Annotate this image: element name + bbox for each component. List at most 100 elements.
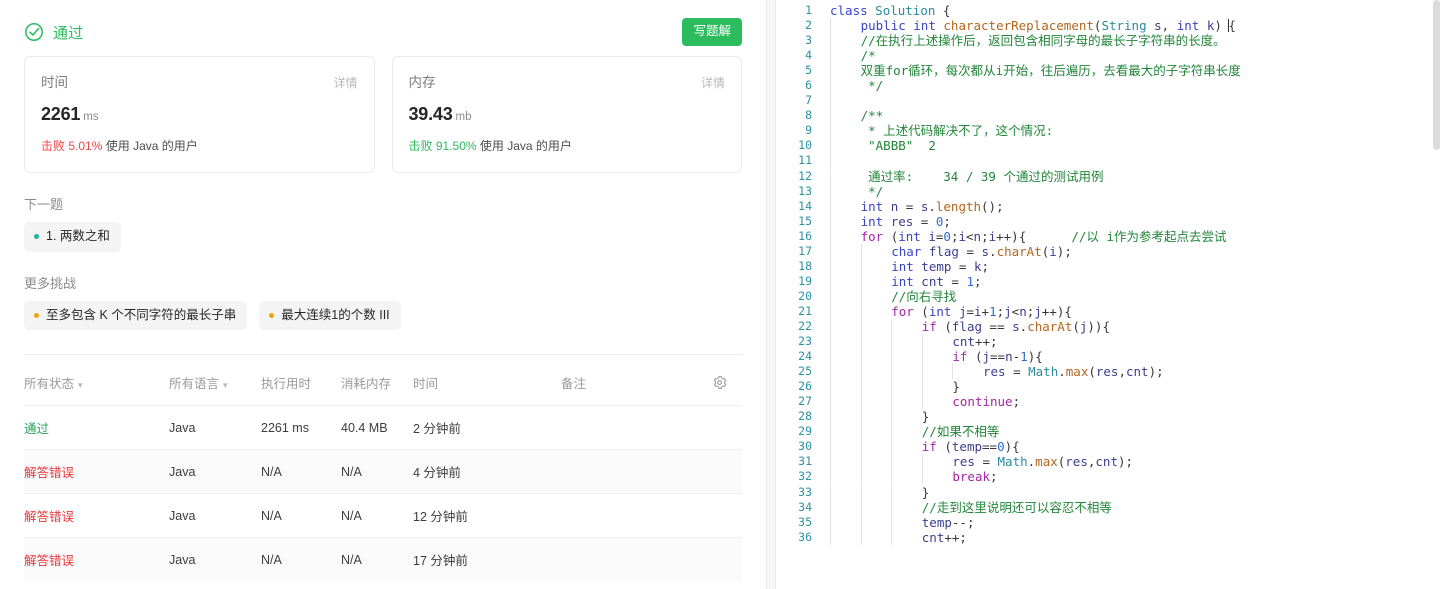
- code-line[interactable]: 14 int n = s.length();: [776, 198, 1441, 214]
- code-text[interactable]: //走到这里说明还可以容忍不相等: [824, 499, 1112, 515]
- code-text[interactable]: if (j==n-1){: [824, 349, 1043, 365]
- gear-icon[interactable]: [712, 375, 727, 390]
- code-text[interactable]: int n = s.length();: [824, 198, 1004, 214]
- code-line[interactable]: 27 continue;: [776, 394, 1441, 410]
- code-text[interactable]: int res = 0;: [824, 213, 951, 229]
- code-text[interactable]: "ABBB" 2: [824, 138, 936, 154]
- code-line[interactable]: 36 cnt++;: [776, 529, 1441, 545]
- code-text[interactable]: //如果不相等: [824, 424, 999, 440]
- code-text[interactable]: public int characterReplacement(String s…: [824, 18, 1236, 34]
- code-line[interactable]: 7: [776, 93, 1441, 109]
- code-line[interactable]: 33}: [776, 484, 1441, 500]
- indent-guide: [952, 364, 983, 380]
- code-text[interactable]: 双重for循环，每次都从i开始，往后遍历，去看最大的子字符串长度: [824, 63, 1241, 79]
- code-line[interactable]: 8 /**: [776, 108, 1441, 124]
- code-line[interactable]: 1 class Solution {: [776, 3, 1441, 18]
- code-text[interactable]: if (temp==0){: [824, 439, 1020, 455]
- code-line[interactable]: 3 //在执行上述操作后，返回包含相同字母的最长子字符串的长度。: [776, 33, 1441, 49]
- code-line[interactable]: 24 if (j==n-1){: [776, 349, 1441, 365]
- code-text[interactable]: [824, 93, 861, 109]
- code-text[interactable]: //向右寻找: [824, 288, 956, 304]
- filter-status[interactable]: 所有状态 ▾: [24, 359, 169, 406]
- challenge-chip[interactable]: 至多包含 K 个不同字符的最长子串: [24, 300, 248, 330]
- code-text[interactable]: }: [824, 409, 929, 425]
- code-line[interactable]: 29 //如果不相等: [776, 424, 1441, 440]
- code-text[interactable]: cnt++;: [824, 334, 998, 350]
- code-text[interactable]: [824, 153, 861, 169]
- metric-detail-link[interactable]: 详情: [333, 74, 357, 91]
- code-text[interactable]: }: [824, 484, 929, 500]
- code-line[interactable]: 19 int cnt = 1;: [776, 273, 1441, 289]
- code-line[interactable]: 13 */: [776, 183, 1441, 199]
- code-text[interactable]: for (int j=i+1;j<n;j++){: [824, 303, 1072, 319]
- code-line[interactable]: 15 int res = 0;: [776, 213, 1441, 229]
- code-editor-panel[interactable]: 1 class Solution {2 public int characterRe…: [776, 0, 1441, 589]
- code-token: j: [1034, 303, 1042, 319]
- code-line[interactable]: 10 "ABBB" 2: [776, 138, 1441, 154]
- code-line[interactable]: 20 //向右寻找: [776, 288, 1441, 304]
- code-text[interactable]: continue;: [824, 394, 1020, 410]
- code-text[interactable]: char flag = s.charAt(i);: [824, 243, 1072, 259]
- code-line[interactable]: 23 cnt++;: [776, 334, 1441, 350]
- code-line[interactable]: 11: [776, 153, 1441, 169]
- code-text[interactable]: /*: [824, 48, 876, 64]
- table-row[interactable]: 解答错误 Java N/A N/A 4 分钟前: [24, 449, 742, 494]
- code-text[interactable]: //在执行上述操作后，返回包含相同字母的最长子字符串的长度。: [824, 33, 1226, 49]
- code-line[interactable]: 25 res = Math.max(res,cnt);: [776, 364, 1441, 380]
- filter-language[interactable]: 所有语言 ▾: [169, 359, 261, 406]
- code-text[interactable]: */: [824, 183, 883, 199]
- code-line[interactable]: 35 temp--;: [776, 514, 1441, 530]
- code-line[interactable]: 9 * 上述代码解决不了，这个情况:: [776, 123, 1441, 139]
- challenge-chip[interactable]: 最大连续1的个数 III: [259, 300, 401, 330]
- code-text[interactable]: * 上述代码解决不了，这个情况:: [824, 123, 1053, 139]
- submission-spacer: [712, 406, 742, 450]
- table-row[interactable]: 通过 Java 2261 ms 40.4 MB 2 分钟前: [24, 405, 742, 450]
- code-line[interactable]: 16 for (int i=0;i<n;i++){ //以 i作为参考起点去尝试: [776, 228, 1441, 244]
- code-line[interactable]: 30 if (temp==0){: [776, 439, 1441, 455]
- code-line[interactable]: 31 res = Math.max(res,cnt);: [776, 454, 1441, 470]
- table-row[interactable]: 解答错误 Java N/A N/A 17 分钟前: [24, 537, 742, 581]
- metric-detail-link[interactable]: 详情: [701, 74, 725, 91]
- code-line[interactable]: 18 int temp = k;: [776, 258, 1441, 274]
- code-line[interactable]: 2 public int characterReplacement(String …: [776, 18, 1441, 34]
- code-line[interactable]: 21 for (int j=i+1;j<n;j++){: [776, 303, 1441, 319]
- code-line[interactable]: 12 通过率: 34 / 39 个通过的测试用例: [776, 168, 1441, 184]
- code-text[interactable]: int cnt = 1;: [824, 273, 982, 289]
- code-text[interactable]: class Solution {: [824, 3, 950, 18]
- code-text[interactable]: /**: [824, 108, 883, 124]
- code-line[interactable]: 26}: [776, 379, 1441, 395]
- code-line[interactable]: 34 //走到这里说明还可以容忍不相等: [776, 499, 1441, 515]
- code-text[interactable]: if (flag == s.charAt(j)){: [824, 318, 1110, 334]
- submission-status[interactable]: 解答错误: [24, 554, 74, 568]
- code-text[interactable]: */: [824, 78, 883, 94]
- code-line[interactable]: 6 */: [776, 78, 1441, 94]
- code-text[interactable]: res = Math.max(res,cnt);: [824, 364, 1164, 380]
- code-token: ,: [1161, 18, 1177, 34]
- code-text[interactable]: 通过率: 34 / 39 个通过的测试用例: [824, 168, 1103, 184]
- code-line[interactable]: 5 双重for循环，每次都从i开始，往后遍历，去看最大的子字符串长度: [776, 63, 1441, 79]
- next-question-chip[interactable]: 1. 两数之和: [24, 222, 121, 252]
- write-solution-button[interactable]: 写题解: [682, 18, 742, 46]
- submission-status[interactable]: 解答错误: [24, 510, 74, 524]
- submission-status[interactable]: 解答错误: [24, 466, 74, 480]
- metric-beat-suffix: 使用 Java 的用户: [105, 139, 198, 153]
- code-line[interactable]: 28}: [776, 409, 1441, 425]
- code-text[interactable]: res = Math.max(res,cnt);: [824, 454, 1133, 470]
- code-line[interactable]: 22 if (flag == s.charAt(j)){: [776, 318, 1441, 334]
- table-row[interactable]: 解答错误 Java N/A N/A 12 分钟前: [24, 493, 742, 538]
- indent-guide: [860, 529, 892, 545]
- panel-divider[interactable]: [766, 0, 776, 589]
- code-lines-container[interactable]: 1 class Solution {2 public int characterRe…: [776, 0, 1441, 545]
- editor-scrollbar[interactable]: [1433, 0, 1440, 150]
- code-text[interactable]: cnt++;: [824, 529, 967, 545]
- code-text[interactable]: break;: [824, 469, 998, 485]
- code-text[interactable]: for (int i=0;i<n;i++){ //以 i作为参考起点去尝试: [824, 228, 1227, 244]
- code-text[interactable]: int temp = k;: [824, 258, 989, 274]
- submission-status[interactable]: 通过: [24, 422, 49, 436]
- code-text[interactable]: }: [824, 379, 960, 395]
- table-settings-cell[interactable]: [712, 359, 742, 406]
- code-text[interactable]: temp--;: [824, 514, 974, 530]
- code-line[interactable]: 32 break;: [776, 469, 1441, 485]
- code-line[interactable]: 4 /*: [776, 48, 1441, 64]
- code-line[interactable]: 17 char flag = s.charAt(i);: [776, 243, 1441, 259]
